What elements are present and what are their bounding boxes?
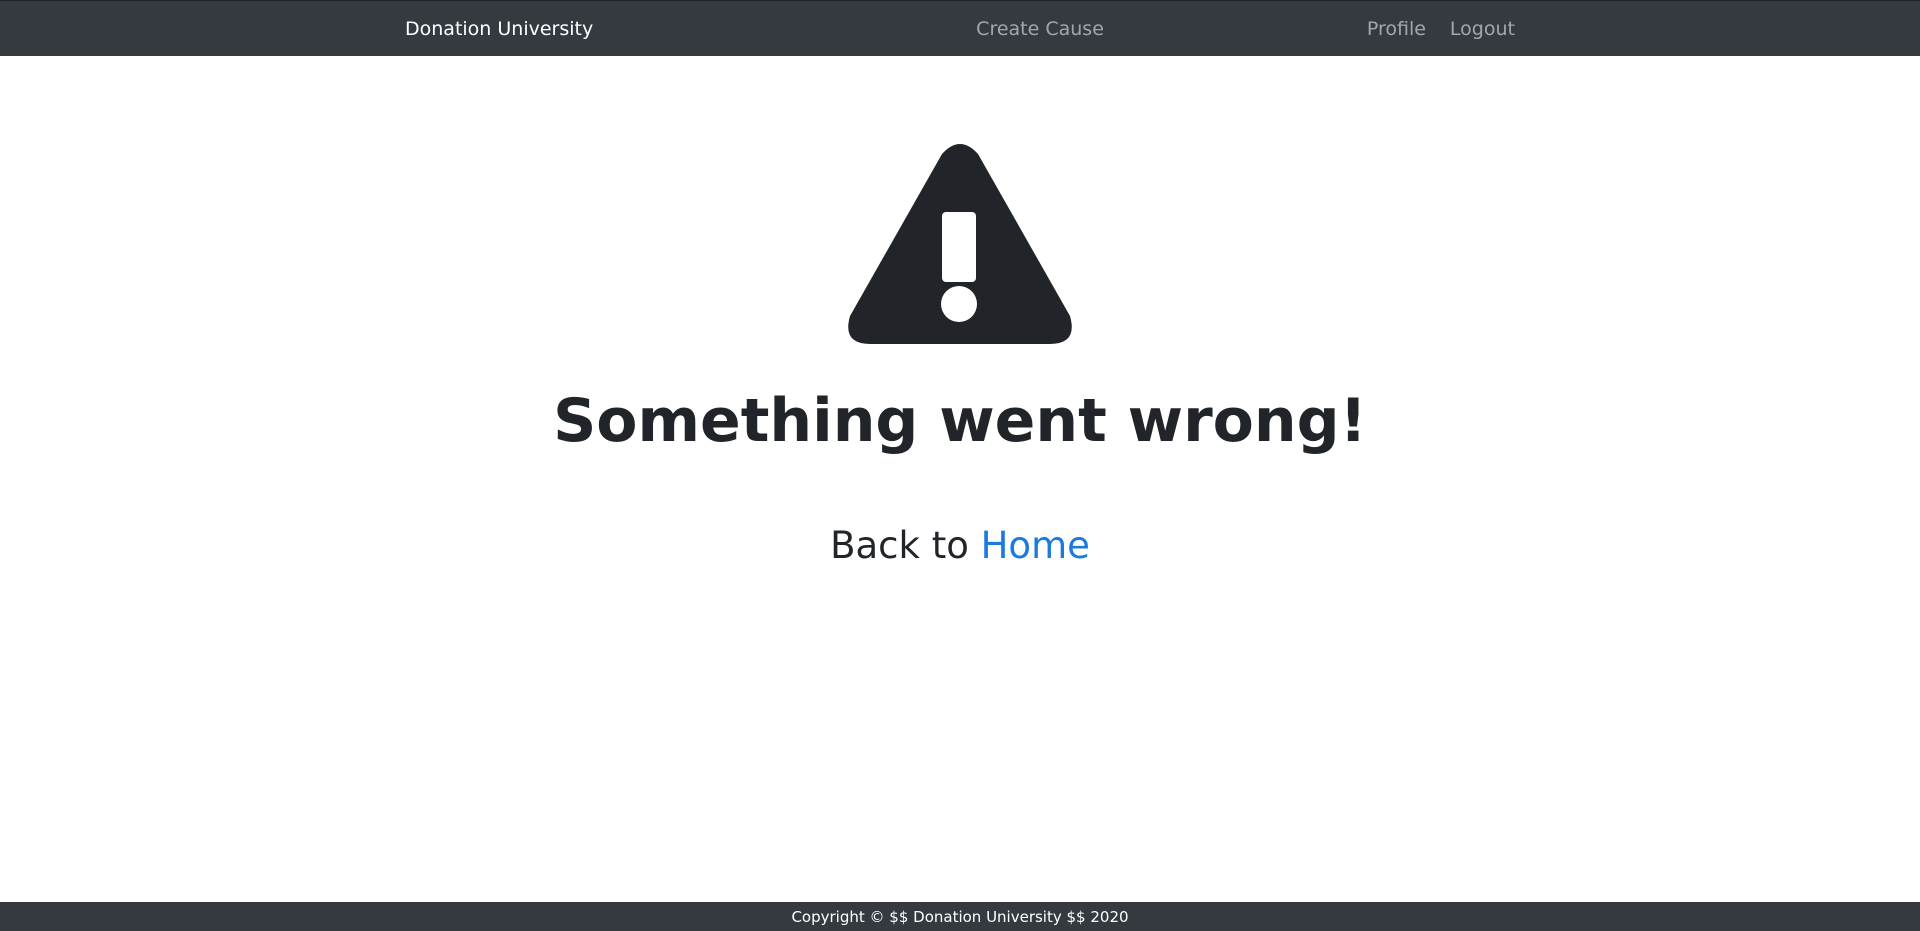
error-title: Something went wrong! [553,386,1367,456]
navbar-inner: Donation University Create Cause Profile… [390,1,1530,57]
copyright-text: Copyright © $$ Donation University $$ 20… [791,907,1129,926]
brand-link[interactable]: Donation University [405,18,593,40]
home-link[interactable]: Home [981,524,1090,567]
nav-create-cause[interactable]: Create Cause [976,18,1104,40]
nav-logout[interactable]: Logout [1450,18,1515,40]
navbar: Donation University Create Cause Profile… [0,0,1920,56]
error-content: Something went wrong! Back to Home [0,56,1920,902]
back-prefix-text: Back to [830,524,981,567]
page: Donation University Create Cause Profile… [0,0,1920,931]
back-to-home: Back to Home [0,524,1920,567]
nav-profile[interactable]: Profile [1367,18,1426,40]
footer: Copyright © $$ Donation University $$ 20… [0,902,1920,931]
nav-right-group: Profile Logout [1367,18,1515,40]
exclamation-triangle-icon [848,144,1072,344]
